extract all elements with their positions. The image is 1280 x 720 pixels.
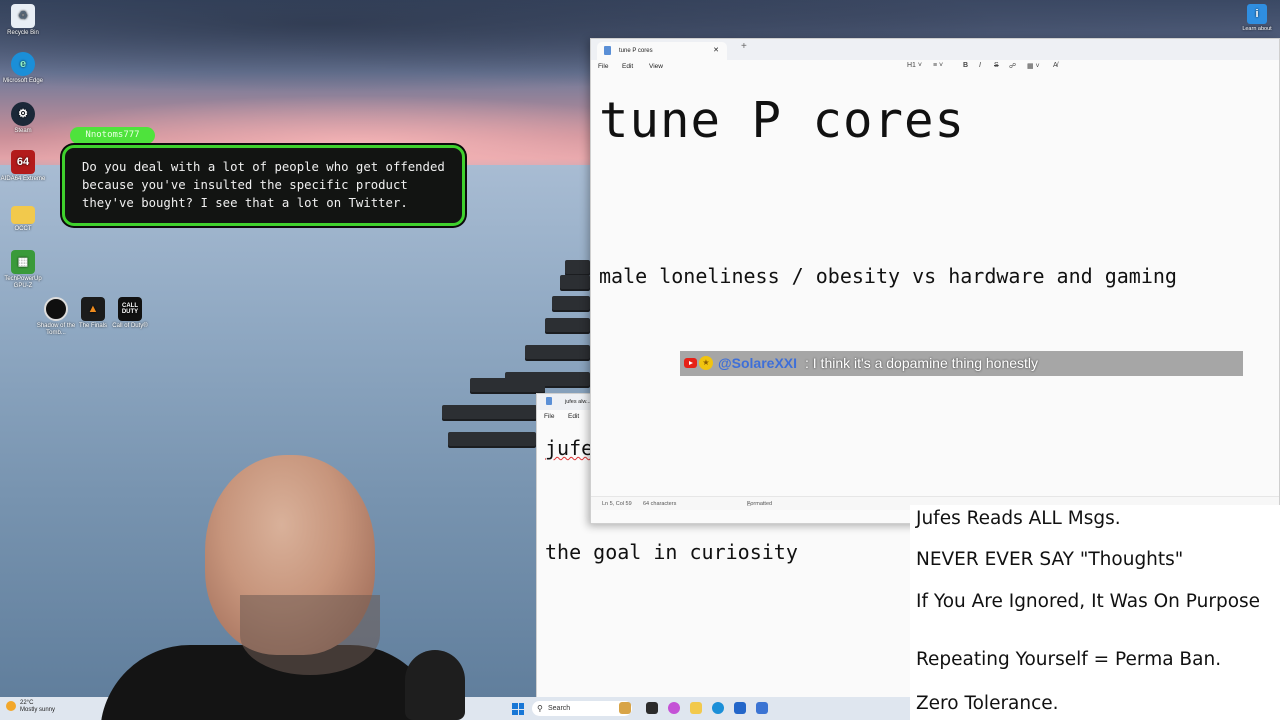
search-placeholder: Search [548,705,571,712]
format-mode-label: Formatted [747,501,773,507]
folder-icon [11,206,35,224]
new-tab-icon[interactable]: + [741,41,747,52]
desktop-icon-label: Recycle Bin [7,30,39,36]
member-badge-icon: ★ [699,356,713,370]
store-icon[interactable] [734,702,746,714]
edge-icon: e [11,52,35,76]
aida64-icon: 64 [11,150,35,174]
menu-bar: File Edit View H1 ˅ ≡ ˅ B I S ☍ ▦ ˅ A̸ [591,60,1279,74]
desktop-icon-label: OCCT [14,226,32,232]
document-icon [546,397,552,405]
file-explorer-icon[interactable] [690,702,702,714]
chat-user: @SolareXXI [718,355,798,371]
notepad-tab[interactable]: tune P cores ✕ [597,42,727,60]
editor-heading[interactable]: tune P cores [599,92,965,149]
rule-item: If You Are Ignored, It Was On Purpose [916,591,1261,612]
sun-icon [6,701,16,711]
menu-edit[interactable]: Edit [622,63,633,70]
desktop-icon-call-of-duty[interactable]: CALL DUTY Call of Duty® [107,297,153,330]
weather-temp: 22°C [20,700,34,706]
streamer-webcam [100,455,440,720]
desktop-icon-gpuz[interactable]: ▦ TechPowerUp GPU-Z [0,250,46,290]
editor-text-line[interactable]: jufe [545,436,593,460]
desktop-icon-label: TechPowerUp GPU-Z [4,276,42,289]
desktop-icon-edge[interactable]: e Microsoft Edge [0,52,46,85]
taskbar-cat-icon[interactable] [619,702,631,714]
italic-icon[interactable]: I [979,62,981,69]
the-finals-icon: ▲ [81,297,105,321]
rule-item: Repeating Yourself = Perma Ban. [916,649,1222,670]
clear-format-icon[interactable]: A̸ [1053,62,1058,69]
search-icon: ⚲ [537,704,543,713]
youtube-icon [684,358,697,368]
chat-username-badge: Nnotoms777 [70,127,155,144]
table-icon[interactable]: ▦ ˅ [1027,62,1040,70]
desktop-icon-label: Steam [14,128,32,134]
menu-file[interactable]: File [598,63,608,70]
desktop-icon-recycle-bin[interactable]: ♻ Recycle Bin [0,4,46,37]
document-icon [604,46,611,55]
editor-text-line[interactable]: male loneliness / obesity vs hardware an… [599,264,1177,288]
link-icon[interactable]: ☍ [1009,62,1016,70]
weather-desc: Mostly sunny [20,707,56,713]
close-tab-icon[interactable]: ✕ [713,42,719,60]
chat-rules-panel: Jufes Reads ALL Msgs. NEVER EVER SAY "Th… [910,505,1280,720]
strikethrough-icon[interactable]: S [994,62,999,69]
info-icon: i [1247,4,1267,24]
character-count: 64 characters [643,501,677,507]
notepad-window-main[interactable]: tune P cores ✕ + File Edit View H1 ˅ ≡ ˅… [590,38,1280,524]
learn-about-label: Learn about [1242,26,1272,32]
desktop-icon-label: AIDA64 Extreme [0,176,46,182]
weather-widget[interactable]: 22°C Mostly sunny [4,700,55,714]
notepad-tab-title: jufes alw... [565,399,591,405]
windows-start-icon[interactable] [512,703,524,715]
desktop-icon-label: Microsoft Edge [2,78,44,84]
rule-item: NEVER EVER SAY "Thoughts" [916,549,1184,570]
heading-dropdown[interactable]: H1 ˅ [907,62,922,69]
steam-icon: ⚙ [11,102,35,126]
chat-message-text: Do you deal with a lot of people who get… [82,160,445,210]
rule-item: Zero Tolerance. [916,693,1059,714]
menu-file[interactable]: File [544,413,554,420]
cursor-position: Ln 5, Col 59 [602,501,632,507]
taskbar-search[interactable]: ⚲ Search [532,701,632,716]
recycle-bin-icon: ♻ [11,4,35,28]
editor-area[interactable]: tune P cores male loneliness / obesity v… [591,74,1279,510]
copilot-icon[interactable] [668,702,680,714]
call-of-duty-icon: CALL DUTY [118,297,142,321]
gpuz-icon: ▦ [11,250,35,274]
desktop-icon-label: Call of Duty® [112,323,148,329]
menu-view[interactable]: View [649,63,663,70]
learn-about-picture[interactable]: i Learn about [1240,4,1274,32]
chat-message-box: Do you deal with a lot of people who get… [62,145,465,226]
notepad-taskbar-icon[interactable] [756,702,768,714]
rule-item: Jufes Reads ALL Msgs. [916,508,1121,529]
menu-edit[interactable]: Edit [568,413,579,420]
microphone [405,650,465,720]
bold-icon[interactable]: B [963,62,968,69]
youtube-chat-message: ★ @SolareXXI : I think it's a dopamine t… [680,351,1243,376]
heading-label: H1 [907,62,916,69]
editor-text-line[interactable]: the goal in curiosity [545,540,798,564]
shadow-tomb-icon [44,297,68,321]
desktop-icon-aida64[interactable]: 64 AIDA64 Extreme [0,150,46,183]
notepad-tab-title: tune P cores [619,48,653,54]
list-icon[interactable]: ≡ ˅ [933,62,943,69]
notepad-tabbar: tune P cores ✕ + [591,39,1279,60]
desktop-icon-steam[interactable]: ⚙ Steam [0,102,46,135]
desktop-icon-occt[interactable]: OCCT [0,203,46,233]
streamer-beard [240,595,380,675]
chat-text: : I think it's a dopamine thing honestly [805,355,1039,371]
task-view-icon[interactable] [646,702,658,714]
edge-taskbar-icon[interactable] [712,702,724,714]
